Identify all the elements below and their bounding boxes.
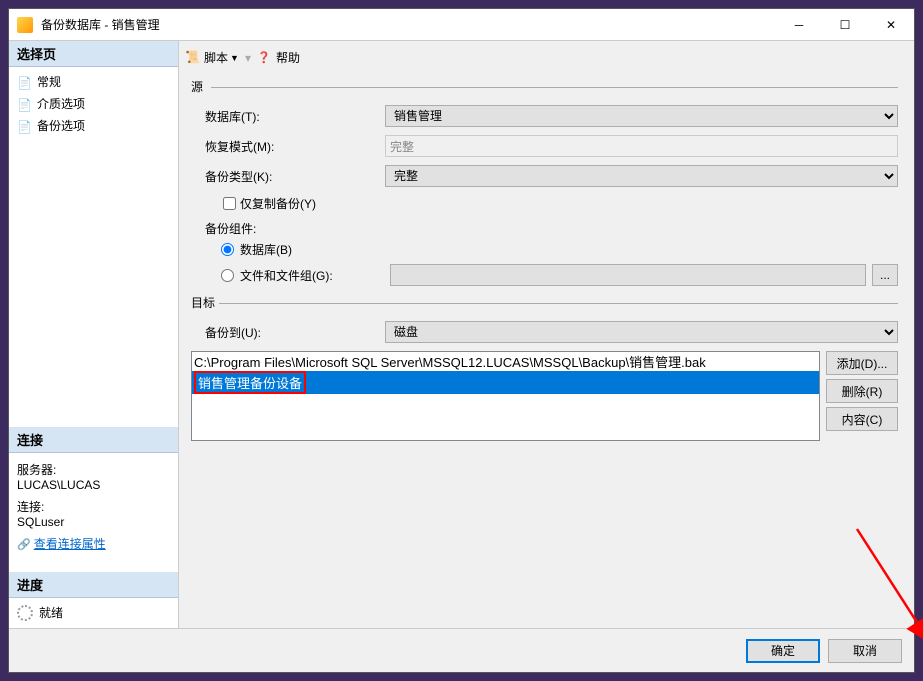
dialog-footer: 确定 取消 bbox=[9, 628, 914, 672]
dialog-window: 备份数据库 - 销售管理 ─ ☐ ✕ 选择页 常规 介质选项 备份选项 连接 服… bbox=[8, 8, 915, 673]
component-database-radio[interactable] bbox=[221, 243, 234, 256]
list-item[interactable]: 销售管理备份设备 bbox=[192, 371, 819, 394]
page-icon bbox=[17, 118, 33, 134]
script-dropdown[interactable]: 脚本▼ bbox=[185, 49, 239, 66]
maximize-button[interactable]: ☐ bbox=[822, 9, 868, 40]
help-icon bbox=[257, 50, 273, 66]
sidebar-item-media-options[interactable]: 介质选项 bbox=[17, 93, 170, 115]
page-icon bbox=[17, 74, 33, 90]
app-icon bbox=[17, 17, 33, 33]
component-files-radio[interactable] bbox=[221, 269, 234, 282]
close-button[interactable]: ✕ bbox=[868, 9, 914, 40]
sidebar: 选择页 常规 介质选项 备份选项 连接 服务器: LUCAS\LUCAS 连接:… bbox=[9, 41, 179, 628]
page-icon bbox=[17, 96, 33, 112]
cancel-button[interactable]: 取消 bbox=[828, 639, 902, 663]
ok-button[interactable]: 确定 bbox=[746, 639, 820, 663]
component-files-label: 文件和文件组(G): bbox=[240, 267, 390, 284]
script-icon bbox=[185, 50, 201, 66]
files-groups-input bbox=[390, 264, 866, 286]
remove-button[interactable]: 删除(R) bbox=[826, 379, 898, 403]
server-value: LUCAS\LUCAS bbox=[17, 478, 170, 492]
connection-value: SQLuser bbox=[17, 515, 170, 529]
sidebar-item-backup-options[interactable]: 备份选项 bbox=[17, 115, 170, 137]
backup-component-label: 备份组件: bbox=[205, 220, 385, 237]
progress-header: 进度 bbox=[9, 572, 178, 598]
backup-to-select[interactable]: 磁盘 bbox=[385, 321, 898, 343]
connection-label: 连接: bbox=[17, 498, 170, 515]
database-label: 数据库(T): bbox=[205, 108, 385, 125]
destination-listbox[interactable]: C:\Program Files\Microsoft SQL Server\MS… bbox=[191, 351, 820, 441]
sidebar-item-general[interactable]: 常规 bbox=[17, 71, 170, 93]
progress-status: 就绪 bbox=[39, 604, 63, 622]
component-database-label: 数据库(B) bbox=[240, 241, 390, 258]
backup-to-label: 备份到(U): bbox=[205, 324, 385, 341]
window-title: 备份数据库 - 销售管理 bbox=[41, 16, 776, 33]
server-label: 服务器: bbox=[17, 461, 170, 478]
backup-type-label: 备份类型(K): bbox=[205, 168, 385, 185]
toolbar: 脚本▼ ▾ 帮助 bbox=[185, 47, 904, 74]
titlebar: 备份数据库 - 销售管理 ─ ☐ ✕ bbox=[9, 9, 914, 40]
backup-type-select[interactable]: 完整 bbox=[385, 165, 898, 187]
chevron-down-icon: ▼ bbox=[230, 53, 239, 63]
files-groups-browse-button[interactable]: ... bbox=[872, 264, 898, 286]
source-group-label: 源 bbox=[191, 80, 207, 94]
main-panel: 脚本▼ ▾ 帮助 源 数据库(T): 销售管理 恢复模式(M): 完整 备份类型… bbox=[179, 41, 914, 628]
progress-spinner-icon bbox=[17, 605, 33, 621]
help-button[interactable]: 帮助 bbox=[257, 49, 300, 66]
contents-button[interactable]: 内容(C) bbox=[826, 407, 898, 431]
copy-only-label: 仅复制备份(Y) bbox=[240, 195, 316, 212]
dest-group-label: 目标 bbox=[191, 296, 219, 310]
add-button[interactable]: 添加(D)... bbox=[826, 351, 898, 375]
copy-only-checkbox[interactable] bbox=[223, 197, 236, 210]
connection-header: 连接 bbox=[9, 427, 178, 453]
list-item[interactable]: C:\Program Files\Microsoft SQL Server\MS… bbox=[192, 352, 819, 371]
link-icon bbox=[17, 537, 34, 551]
select-page-header: 选择页 bbox=[9, 41, 178, 67]
recovery-model-value: 完整 bbox=[385, 135, 898, 157]
database-select[interactable]: 销售管理 bbox=[385, 105, 898, 127]
view-connection-properties-link[interactable]: 查看连接属性 bbox=[34, 537, 106, 551]
minimize-button[interactable]: ─ bbox=[776, 9, 822, 40]
recovery-model-label: 恢复模式(M): bbox=[205, 138, 385, 155]
